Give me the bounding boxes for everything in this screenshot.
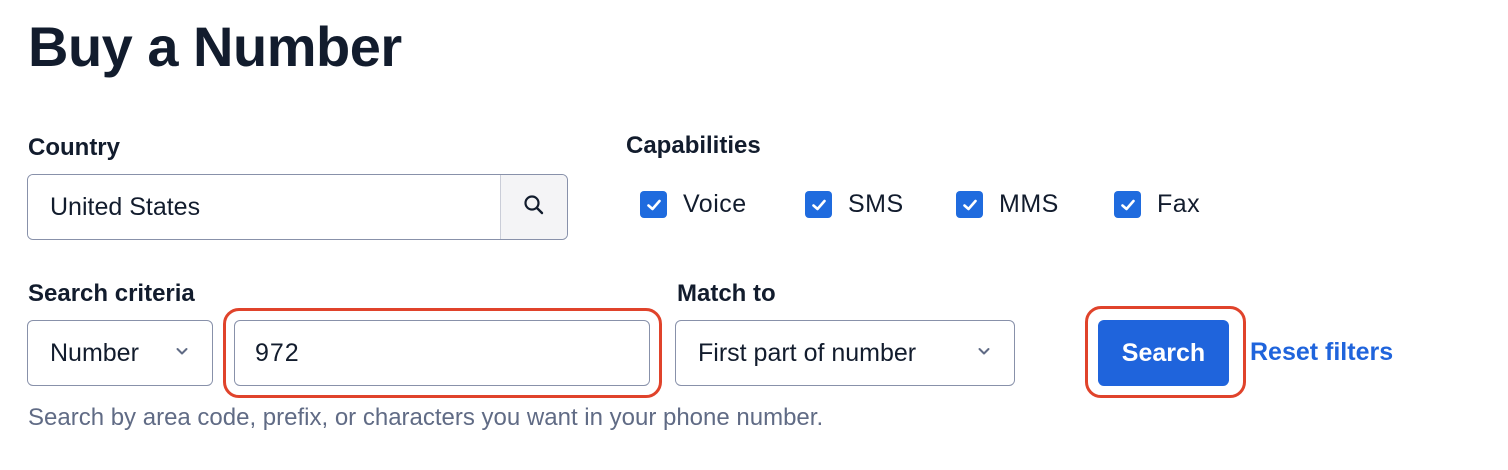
capability-label-fax: Fax (1157, 190, 1201, 218)
search-criteria-select[interactable]: Number (27, 320, 213, 386)
match-to-label: Match to (677, 280, 776, 307)
search-criteria-selected: Number (50, 338, 139, 367)
capability-mms[interactable]: MMS (956, 190, 1059, 219)
capability-label-voice: Voice (683, 190, 747, 218)
search-icon (522, 193, 546, 222)
capability-sms[interactable]: SMS (805, 190, 904, 219)
check-icon (811, 199, 826, 210)
page-title: Buy a Number (28, 15, 402, 78)
reset-filters-link[interactable]: Reset filters (1250, 336, 1393, 368)
match-to-selected: First part of number (698, 338, 917, 367)
country-label: Country (28, 134, 120, 161)
country-combobox (27, 174, 568, 240)
checkbox-fax[interactable] (1114, 191, 1141, 218)
checkbox-voice[interactable] (640, 191, 667, 218)
capability-label-sms: SMS (848, 190, 904, 218)
capability-voice[interactable]: Voice (640, 190, 747, 219)
country-search-button[interactable] (500, 175, 567, 239)
search-help-text: Search by area code, prefix, or characte… (28, 404, 824, 431)
country-input[interactable] (28, 175, 500, 239)
capabilities-label: Capabilities (626, 132, 761, 159)
checkbox-sms[interactable] (805, 191, 832, 218)
chevron-down-icon (174, 343, 190, 364)
checkbox-mms[interactable] (956, 191, 983, 218)
chevron-down-icon (976, 343, 992, 364)
match-to-select[interactable]: First part of number (675, 320, 1015, 386)
search-criteria-label: Search criteria (28, 280, 195, 307)
check-icon (1120, 199, 1135, 210)
capability-fax[interactable]: Fax (1114, 190, 1200, 219)
capability-label-mms: MMS (999, 190, 1059, 218)
check-icon (962, 199, 977, 210)
check-icon (646, 199, 661, 210)
search-number-input[interactable] (234, 320, 650, 386)
search-button[interactable]: Search (1098, 320, 1229, 386)
